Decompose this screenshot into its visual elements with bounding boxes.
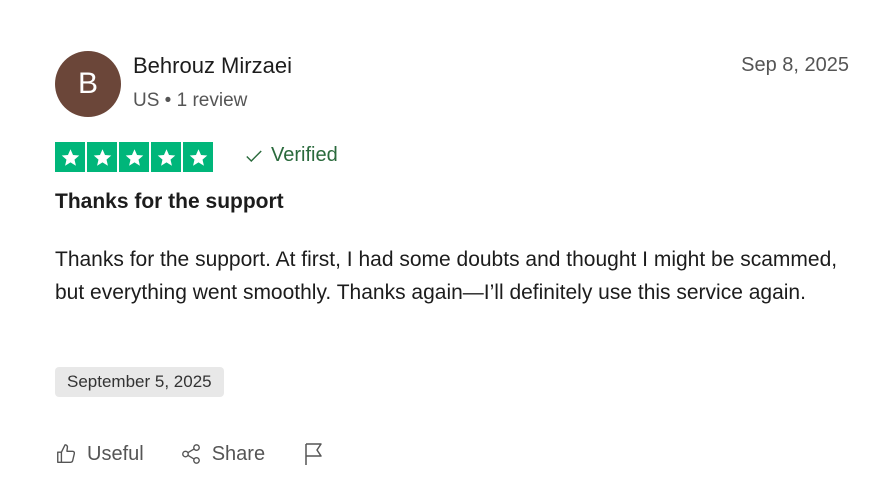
star-icon xyxy=(87,142,117,172)
star-icon xyxy=(183,142,213,172)
review-card: B Behrouz Mirzaei US • 1 review Sep 8, 2… xyxy=(0,0,876,501)
star-rating xyxy=(55,142,213,172)
share-label: Share xyxy=(211,442,266,465)
flag-icon xyxy=(305,443,322,465)
star-icon xyxy=(119,142,149,172)
checkmark-icon xyxy=(246,150,262,162)
review-date: Sep 8, 2025 xyxy=(741,54,849,76)
report-button[interactable] xyxy=(303,442,325,466)
thumbs-up-icon xyxy=(57,444,76,463)
review-actions: Useful Share xyxy=(55,442,325,466)
verified-label: Verified xyxy=(271,144,338,166)
share-icon xyxy=(181,444,200,464)
reviewer-meta: US • 1 review xyxy=(133,90,248,111)
useful-button[interactable]: Useful xyxy=(55,443,144,466)
useful-label: Useful xyxy=(87,442,144,465)
review-body: Thanks for the support. At first, I had … xyxy=(55,248,838,304)
reviewer-name[interactable]: Behrouz Mirzaei xyxy=(133,53,292,79)
experience-date-badge: September 5, 2025 xyxy=(55,367,224,397)
verified-badge[interactable]: Verified xyxy=(245,144,338,167)
avatar-initial: B xyxy=(77,67,98,100)
star-icon xyxy=(55,142,85,172)
avatar[interactable]: B xyxy=(55,51,121,117)
review-title: Thanks for the support xyxy=(55,190,284,213)
share-button[interactable]: Share xyxy=(180,443,265,466)
star-icon xyxy=(151,142,181,172)
